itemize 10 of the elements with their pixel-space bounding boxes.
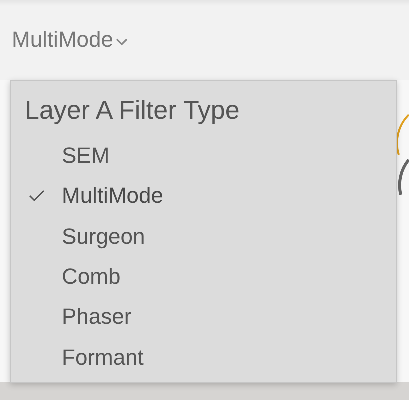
- checkmark-icon: [29, 190, 45, 202]
- menu-item[interactable]: Phaser: [25, 297, 396, 338]
- chevron-down-icon: [116, 38, 128, 46]
- filter-type-dropdown[interactable]: MultiMode: [12, 27, 128, 53]
- menu-title: Layer A Filter Type: [25, 95, 241, 126]
- menu-item[interactable]: Comb: [25, 256, 396, 298]
- menu-item[interactable]: SEM: [25, 136, 396, 176]
- menu-item[interactable]: Surgeon: [25, 216, 396, 257]
- menu-item[interactable]: MultiMode: [25, 176, 396, 217]
- menu-item[interactable]: Formant: [25, 337, 396, 378]
